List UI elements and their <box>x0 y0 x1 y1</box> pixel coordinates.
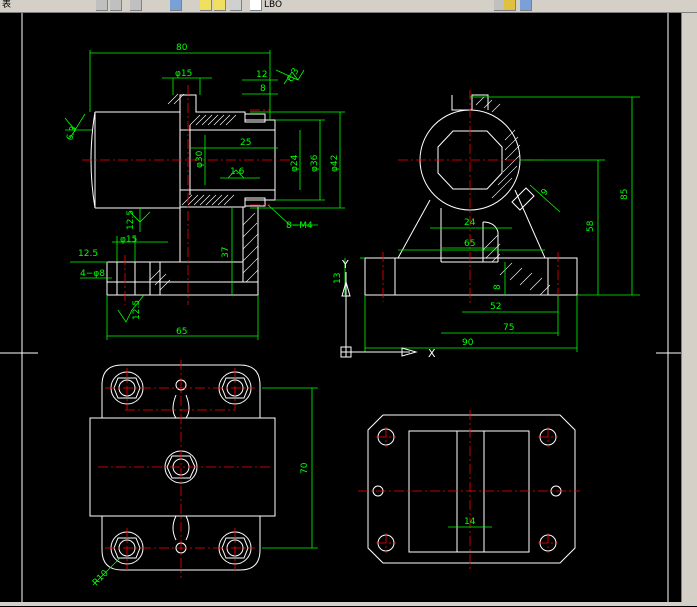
side-view: 85 58 9 24 65 13 8 52 75 90 X Y <box>333 90 640 360</box>
dim-side-85: 85 <box>620 189 630 200</box>
dim-front-8m4: 8−M4 <box>286 221 313 231</box>
layer-prev-icon[interactable] <box>130 0 142 11</box>
dim-side-8: 8 <box>493 284 503 290</box>
ucs-y-label: Y <box>341 258 349 271</box>
dim-front-4phi8: 4−φ8 <box>80 269 105 279</box>
dim-front-25: 25 <box>240 138 251 148</box>
dim-front-phi36: φ36 <box>310 154 320 172</box>
front-centerlines <box>82 85 292 305</box>
dim-front-8: 8 <box>260 84 266 94</box>
dim-side-65: 65 <box>464 239 475 249</box>
bottom-dimension-text: 14 <box>464 517 476 527</box>
dim-front-80: 80 <box>176 43 188 53</box>
dim-front-phi24: φ24 <box>290 154 300 172</box>
dim-front-phi15: φ15 <box>175 69 192 79</box>
dim-front-65: 65 <box>176 327 187 337</box>
side-hatch <box>475 96 551 296</box>
toolbar: 表 LBO <box>0 0 697 13</box>
light-bulb-icon[interactable] <box>200 0 212 11</box>
dim-top-r10: R10 <box>91 568 111 588</box>
make-current-icon[interactable] <box>504 0 516 11</box>
side-dimension-text: 85 58 9 24 65 13 8 52 75 90 <box>333 187 630 348</box>
front-outline <box>90 94 276 296</box>
top-outline <box>89 364 276 571</box>
cad-drawing: 80 φ15 12 8 6.3 6.3 25 φ30 φ24 φ36 φ42 1… <box>0 13 697 603</box>
dim-side-24: 24 <box>464 218 476 228</box>
dropdown-arrow-icon[interactable] <box>96 0 108 11</box>
dim-side-52: 52 <box>490 302 501 312</box>
dim-front-phi30: φ30 <box>195 150 205 168</box>
bottom-centerlines <box>358 410 580 570</box>
side-centerlines <box>382 90 559 305</box>
dim-front-1-6: 1.6 <box>230 167 245 177</box>
top-dimension-text: 70 R10 <box>91 462 310 588</box>
front-dimension-lines <box>64 50 345 340</box>
front-view: 80 φ15 12 8 6.3 6.3 25 φ30 φ24 φ36 φ42 1… <box>64 43 345 340</box>
dim-front-rough-top: 6.3 <box>286 67 302 84</box>
dim-side-13: 13 <box>333 273 343 284</box>
vertical-scrollbar[interactable] <box>681 13 697 606</box>
color-swatch-icon[interactable] <box>250 0 262 11</box>
layer-previous-icon[interactable] <box>520 0 532 11</box>
drawing-frame <box>0 13 697 603</box>
top-centerlines <box>98 360 270 578</box>
ucs-icon: X Y <box>340 258 436 360</box>
dim-front-phi42: φ42 <box>330 155 340 172</box>
lock-icon[interactable] <box>230 0 242 11</box>
status-bar <box>0 602 697 606</box>
dim-front-phi15b: φ15 <box>120 235 137 245</box>
dim-side-90: 90 <box>462 338 474 348</box>
dim-front-12-5a: 12.5 <box>126 210 136 230</box>
dim-side-58: 58 <box>586 220 596 232</box>
dim-front-37: 37 <box>221 247 231 258</box>
front-hatch <box>149 93 259 291</box>
layers-icon[interactable] <box>170 0 182 11</box>
dim-bottom-14: 14 <box>464 517 476 527</box>
dim-top-70: 70 <box>300 462 310 474</box>
layer-name-label[interactable]: LBO <box>264 0 282 11</box>
top-view: 70 R10 <box>89 360 318 588</box>
layer-manager-icon[interactable] <box>110 0 122 11</box>
dim-front-rough-left: 6.3 <box>65 125 79 142</box>
bottom-view: 14 <box>358 410 580 570</box>
dim-side-75: 75 <box>503 323 514 333</box>
sun-icon[interactable] <box>214 0 226 11</box>
dim-front-12-5b: 12.5 <box>78 249 98 259</box>
dim-front-12: 12 <box>256 70 267 80</box>
drawing-canvas[interactable]: 80 φ15 12 8 6.3 6.3 25 φ30 φ24 φ36 φ42 1… <box>0 13 697 603</box>
dim-front-12-5c: 12.5 <box>132 300 142 320</box>
ucs-x-label: X <box>428 347 436 360</box>
toolbar-left-label: 表 <box>2 0 12 10</box>
dim-side-9: 9 <box>540 187 552 198</box>
